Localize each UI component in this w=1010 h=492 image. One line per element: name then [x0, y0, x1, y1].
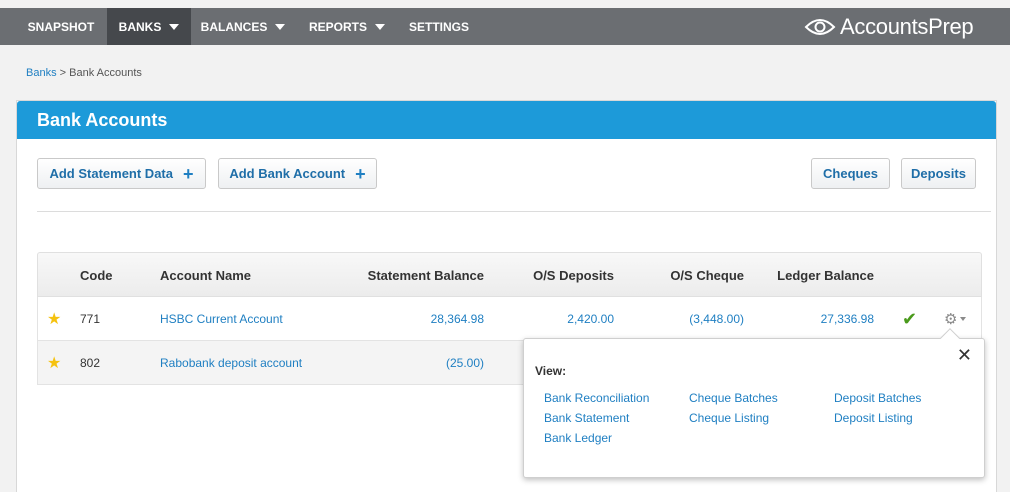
chevron-down-icon: [960, 317, 967, 321]
table-row: ★ 771 HSBC Current Account 28,364.98 2,4…: [37, 297, 982, 341]
plus-icon: +: [183, 163, 194, 184]
star-icon[interactable]: ★: [47, 297, 61, 341]
row-statement-balance[interactable]: 28,364.98: [343, 297, 484, 341]
popover-title: View:: [535, 364, 567, 378]
table-header: Code Account Name Statement Balance O/S …: [37, 252, 982, 297]
header-statement-balance[interactable]: Statement Balance: [343, 253, 484, 298]
nav-reports-label: REPORTS: [308, 19, 367, 34]
plus-icon: +: [355, 163, 366, 184]
link-bank-reconciliation[interactable]: Bank Reconciliation: [544, 391, 649, 405]
panel-title: Bank Accounts: [17, 101, 996, 139]
header-ledger-balance[interactable]: Ledger Balance: [754, 253, 874, 298]
deposits-button[interactable]: Deposits: [901, 158, 976, 189]
nav-balances[interactable]: BALANCES: [192, 8, 294, 45]
row-code: 771: [80, 312, 101, 326]
eye-logo-icon: [804, 18, 836, 35]
nav-reports[interactable]: REPORTS: [298, 8, 396, 45]
link-deposit-listing[interactable]: Deposit Listing: [834, 411, 913, 425]
link-bank-ledger[interactable]: Bank Ledger: [544, 431, 612, 445]
header-os-deposits[interactable]: O/S Deposits: [504, 253, 614, 298]
header-code[interactable]: Code: [80, 253, 113, 298]
view-options-popover: ✕ View: Bank Reconciliation Bank Stateme…: [523, 328, 985, 478]
chevron-down-icon: [169, 23, 180, 30]
top-navigation: SNAPSHOT BANKS BALANCES REPORTS SETTINGS…: [0, 8, 1010, 45]
breadcrumb-banks-link[interactable]: Banks: [26, 67, 57, 79]
add-statement-data-button[interactable]: Add Statement Data +: [37, 158, 206, 189]
chevron-down-icon: [375, 23, 385, 30]
breadcrumb-separator: >: [56, 67, 70, 79]
panel-title-text: Bank Accounts: [37, 109, 168, 130]
cheques-button[interactable]: Cheques: [811, 158, 890, 189]
breadcrumb-current: Bank Accounts: [69, 67, 142, 79]
link-cheque-listing[interactable]: Cheque Listing: [689, 411, 769, 425]
nav-banks-label: BANKS: [118, 19, 162, 34]
cheques-label: Cheques: [823, 166, 878, 181]
header-os-cheque[interactable]: O/S Cheque: [634, 253, 744, 298]
link-cheque-batches[interactable]: Cheque Batches: [689, 391, 778, 405]
gear-icon: ⚙: [944, 311, 958, 328]
nav-settings-label: SETTINGS: [408, 19, 469, 34]
row-account-name-link[interactable]: Rabobank deposit account: [160, 341, 302, 385]
brand-logo[interactable]: AccountsPrep: [804, 10, 974, 43]
add-statement-data-label: Add Statement Data: [49, 166, 173, 181]
breadcrumb: Banks > Bank Accounts: [26, 67, 142, 79]
star-icon[interactable]: ★: [47, 341, 61, 385]
chevron-down-icon: [275, 23, 286, 30]
brand-name: AccountsPrep: [840, 13, 974, 39]
row-statement-balance[interactable]: (25.00): [343, 341, 484, 385]
deposits-label: Deposits: [911, 166, 966, 181]
divider: [37, 211, 991, 212]
row-os-cheque[interactable]: (3,448.00): [634, 297, 744, 341]
nav-banks[interactable]: BANKS: [107, 8, 191, 45]
link-deposit-batches[interactable]: Deposit Batches: [834, 391, 921, 405]
nav-snapshot[interactable]: SNAPSHOT: [18, 8, 104, 45]
row-os-deposits[interactable]: 2,420.00: [504, 297, 614, 341]
row-code: 802: [80, 356, 101, 370]
add-bank-account-label: Add Bank Account: [229, 166, 346, 181]
row-account-name-link[interactable]: HSBC Current Account: [160, 297, 283, 341]
nav-balances-label: BALANCES: [200, 19, 268, 34]
header-account-name[interactable]: Account Name: [160, 253, 251, 298]
nav-settings[interactable]: SETTINGS: [400, 8, 478, 45]
close-icon[interactable]: ✕: [957, 345, 972, 366]
link-bank-statement[interactable]: Bank Statement: [544, 411, 629, 425]
add-bank-account-button[interactable]: Add Bank Account +: [218, 158, 377, 189]
row-ledger-balance[interactable]: 27,336.98: [754, 297, 874, 341]
nav-snapshot-label: SNAPSHOT: [27, 19, 95, 34]
checkmark-icon: ✔: [902, 308, 918, 329]
